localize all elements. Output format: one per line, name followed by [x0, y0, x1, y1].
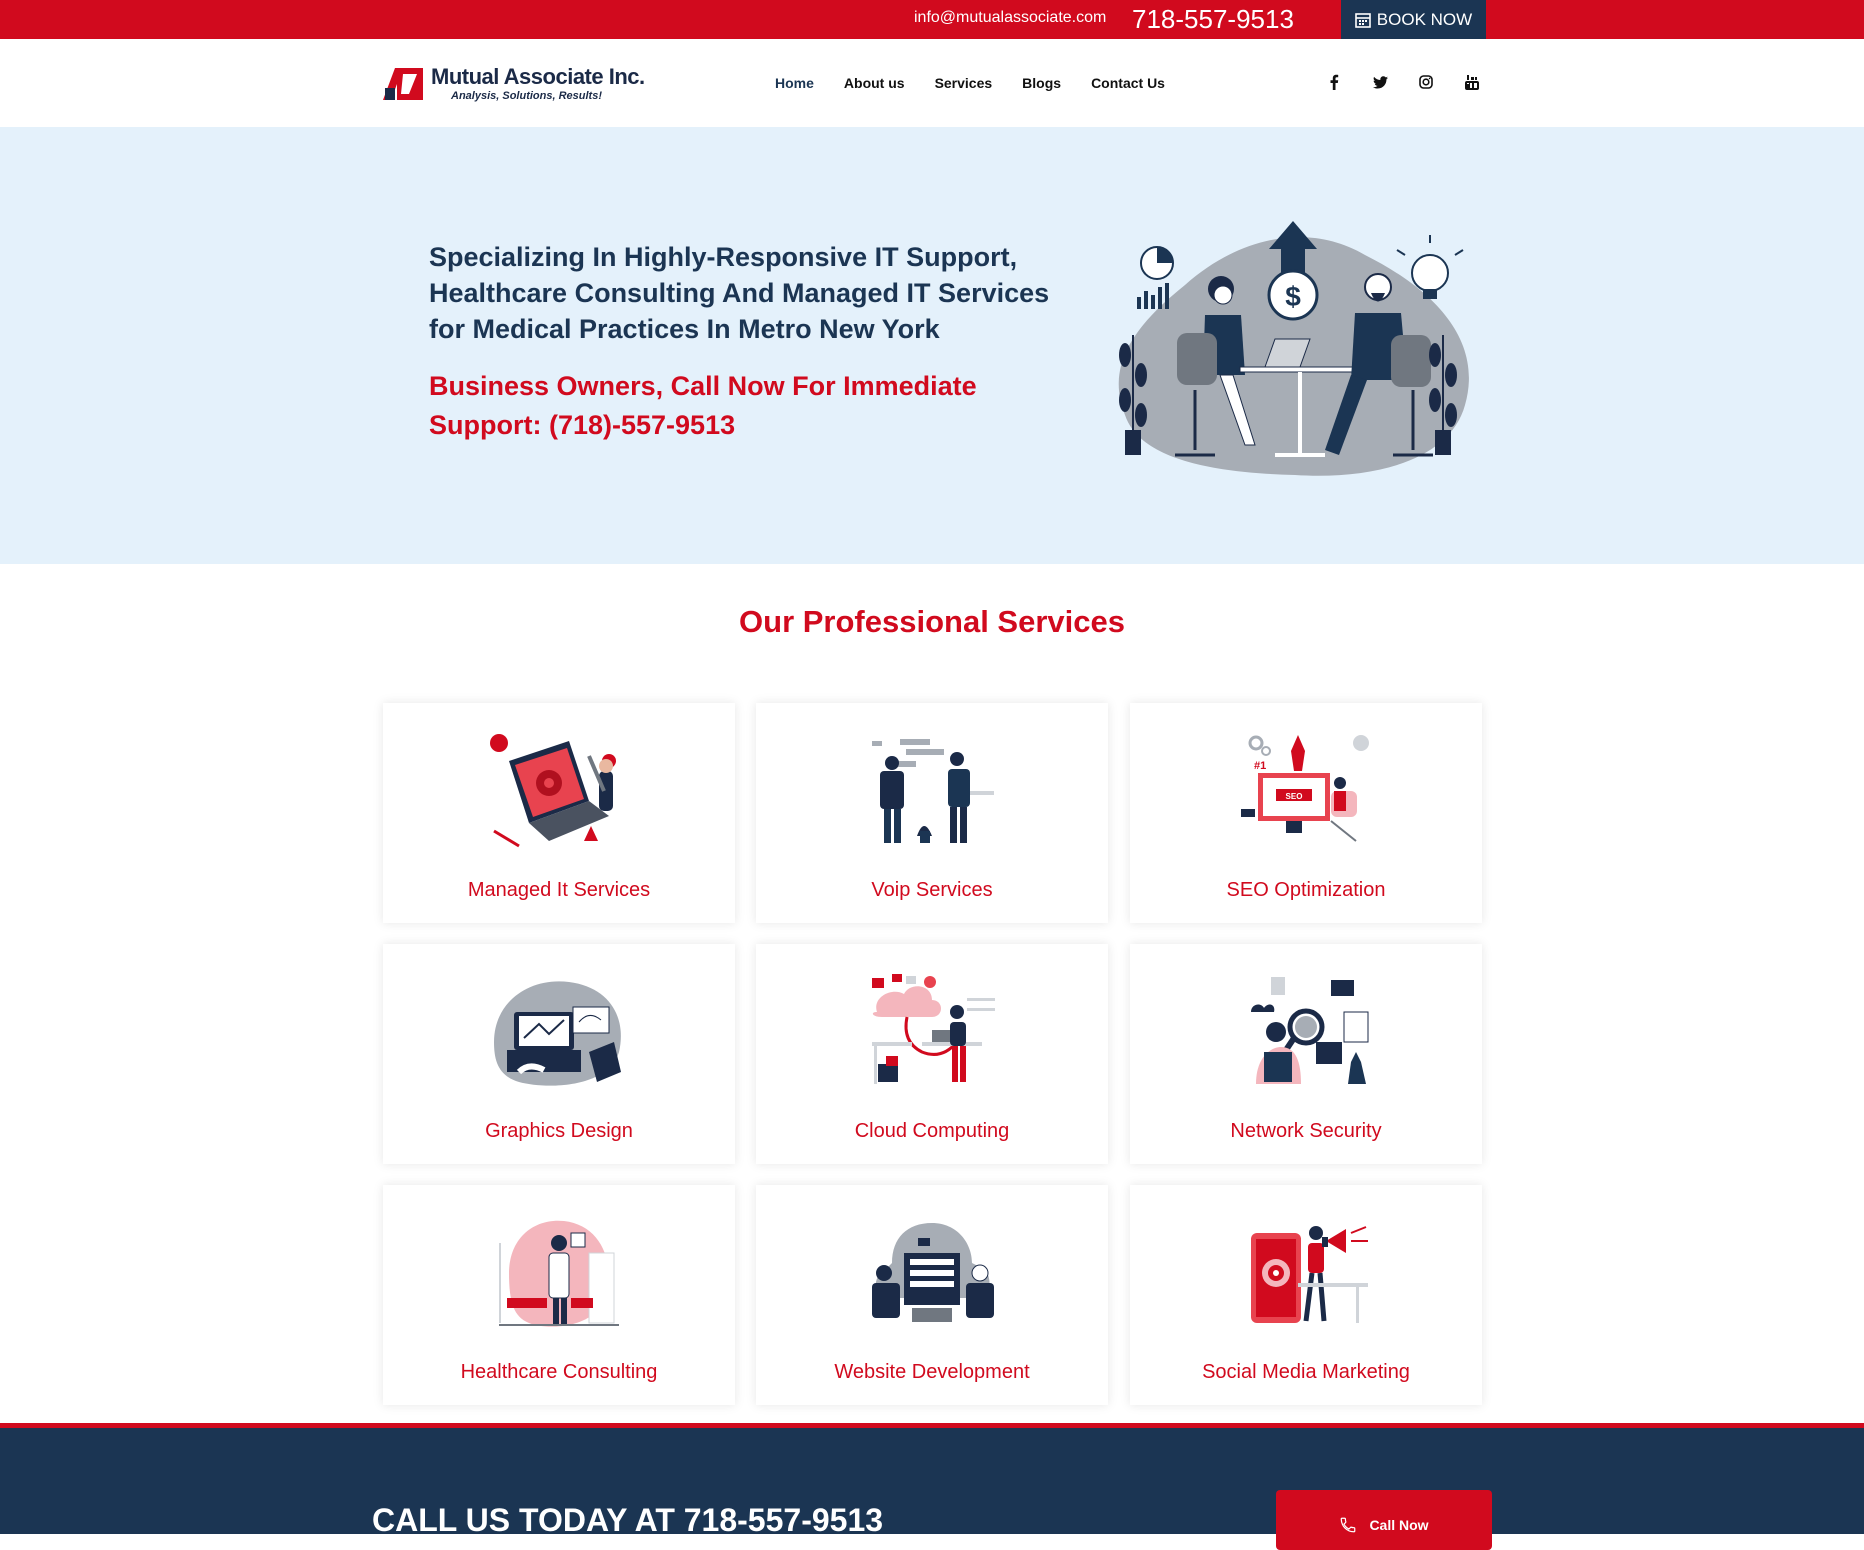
site-logo[interactable]: Mutual Associate Inc. Analysis, Solution…: [381, 60, 645, 106]
service-label: Healthcare Consulting: [460, 1361, 658, 1383]
nav-item-services[interactable]: Services: [935, 75, 993, 91]
service-card-voip[interactable]: Voip Services: [756, 703, 1108, 923]
service-card-cloud-computing[interactable]: Cloud Computing: [756, 944, 1108, 1164]
youtube-icon[interactable]: [1461, 71, 1483, 93]
social-media-marketing-illustration: [1251, 1226, 1368, 1323]
service-label: SEO Optimization: [1226, 879, 1386, 901]
call-to-action-banner: CALL US TODAY AT 718-557-9513 Call Now: [0, 1428, 1864, 1550]
service-label: Managed It Services: [467, 879, 651, 901]
call-now-button[interactable]: Call Now: [1276, 1490, 1492, 1550]
brand-name: Mutual Associate Inc.: [431, 64, 645, 89]
hero-section: Specializing In Highly-Responsive IT Sup…: [0, 127, 1864, 564]
cloud-computing-illustration: [872, 974, 995, 1084]
service-label: Website Development: [834, 1361, 1030, 1383]
top-bar: info@mutualassociate.com 718-557-9513 BO…: [0, 0, 1864, 39]
business-meeting-illustration: $: [1118, 221, 1469, 476]
service-card-network-security[interactable]: Network Security: [1130, 944, 1482, 1164]
instagram-icon[interactable]: [1415, 71, 1437, 93]
hero-subheading: Business Owners, Call Now For Immediate …: [429, 371, 977, 440]
service-label: Voip Services: [871, 879, 993, 901]
service-label: Network Security: [1230, 1120, 1382, 1142]
brand-tagline: Analysis, Solutions, Results!: [451, 90, 602, 102]
nav-item-contact[interactable]: Contact Us: [1091, 75, 1165, 91]
contact-email-link[interactable]: info@mutualassociate.com: [914, 9, 1106, 27]
service-label: Graphics Design: [485, 1120, 633, 1142]
cta-heading: CALL US TODAY AT 718-557-9513: [372, 1502, 884, 1538]
service-label: Social Media Marketing: [1202, 1361, 1410, 1383]
contact-phone-link[interactable]: 718-557-9513: [1132, 4, 1294, 35]
logo-mark-icon: [383, 68, 423, 100]
main-nav: Home About us Services Blogs Contact Us: [775, 75, 1195, 91]
service-card-graphics-design[interactable]: Graphics Design: [383, 944, 735, 1164]
managed-it-illustration: [490, 734, 616, 848]
book-now-label: BOOK NOW: [1376, 9, 1473, 29]
seo-illustration: #1 SEO: [1241, 735, 1369, 842]
service-card-seo[interactable]: #1 SEO SEO Optimization: [1130, 703, 1482, 923]
nav-item-blogs[interactable]: Blogs: [1022, 75, 1061, 91]
site-header: Mutual Associate Inc. Analysis, Solution…: [0, 39, 1864, 127]
nav-item-about[interactable]: About us: [844, 75, 905, 91]
calendar-icon: [1354, 12, 1371, 28]
network-security-illustration: [1251, 977, 1369, 1084]
hero-heading: Specializing In Highly-Responsive IT Sup…: [429, 242, 1050, 344]
svg-text:#1: #1: [1254, 760, 1266, 772]
voip-illustration: [872, 739, 994, 843]
service-card-social-media-marketing[interactable]: Social Media Marketing: [1130, 1185, 1482, 1405]
services-title: Our Professional Services: [739, 604, 1125, 639]
nav-item-home[interactable]: Home: [775, 75, 814, 91]
phone-icon: [1341, 1517, 1356, 1533]
website-development-illustration: [872, 1223, 994, 1322]
service-label: Cloud Computing: [854, 1120, 1010, 1142]
service-card-healthcare-consulting[interactable]: Healthcare Consulting: [383, 1185, 735, 1405]
healthcare-consulting-illustration: [499, 1220, 619, 1327]
svg-text:$: $: [1285, 281, 1301, 312]
book-now-button[interactable]: BOOK NOW: [1341, 0, 1486, 39]
service-card-managed-it[interactable]: Managed It Services: [383, 703, 735, 923]
service-card-website-development[interactable]: Website Development: [756, 1185, 1108, 1405]
chart-icon: [1137, 246, 1174, 309]
call-now-label: Call Now: [1369, 1517, 1429, 1533]
graphics-design-illustration: [494, 981, 621, 1086]
twitter-icon[interactable]: [1369, 71, 1391, 93]
svg-text:SEO: SEO: [1286, 792, 1303, 801]
facebook-icon[interactable]: [1323, 71, 1345, 93]
